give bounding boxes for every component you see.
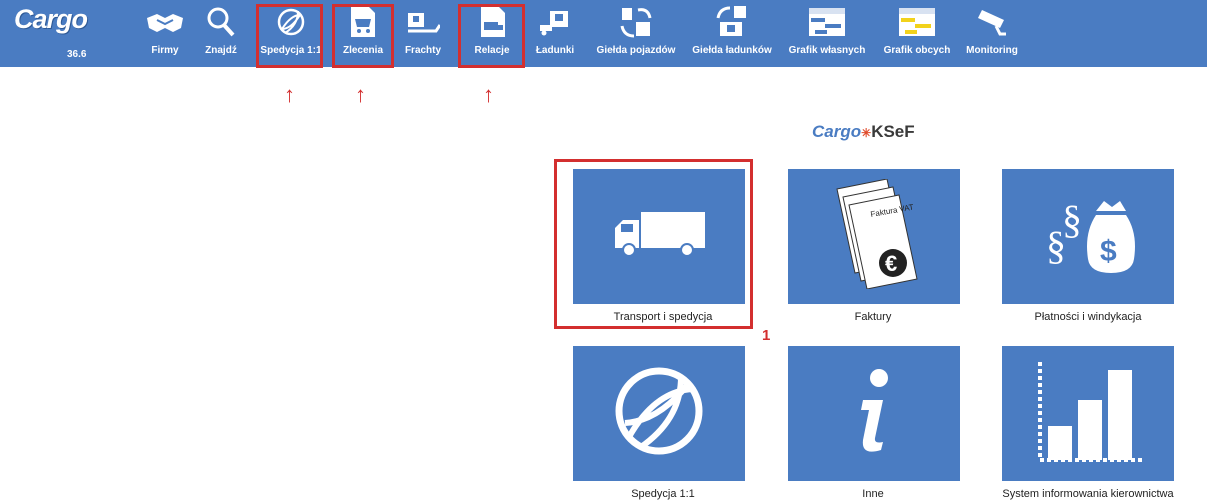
globe-icon bbox=[611, 363, 707, 464]
vehicle-exchange-icon bbox=[590, 0, 682, 44]
highlight-relacje bbox=[458, 4, 525, 68]
loads-icon bbox=[530, 0, 580, 44]
toolbar-label: Frachty bbox=[404, 45, 442, 56]
info-icon bbox=[849, 366, 899, 461]
toolbar-item-gielda-ladunkow[interactable]: Giełda ładunków bbox=[686, 0, 778, 67]
tile-label: Transport i spedycja bbox=[613, 311, 713, 323]
toolbar-item-znajdz[interactable]: Znajdź bbox=[198, 0, 244, 67]
toolbar-label: Grafik własnych bbox=[788, 45, 866, 56]
tile-platnosci-i-windykacja[interactable]: § § $ bbox=[1002, 169, 1174, 304]
cargo-logo[interactable]: Cargo bbox=[14, 4, 88, 35]
annotation-number: 1 bbox=[762, 327, 771, 344]
highlight-zlecenia bbox=[332, 4, 394, 68]
highlight-spedycja bbox=[256, 4, 323, 68]
svg-text:€: € bbox=[885, 251, 897, 276]
tile-label: Inne bbox=[862, 488, 884, 500]
version-label: 36.6 bbox=[67, 49, 87, 60]
toolbar-label: Firmy bbox=[151, 45, 179, 56]
arrow-up-icon: ↑ bbox=[355, 82, 366, 107]
tile-label: Płatności i windykacja bbox=[1034, 311, 1142, 323]
svg-text:§: § bbox=[1062, 197, 1082, 242]
toolbar-item-grafik-wlasnych[interactable]: Grafik własnych bbox=[782, 0, 872, 67]
arrow-up-icon: ↑ bbox=[483, 82, 494, 107]
toolbar-item-firmy[interactable]: Firmy bbox=[142, 0, 188, 67]
camera-icon bbox=[962, 0, 1022, 44]
load-exchange-icon bbox=[686, 0, 778, 44]
tile-spedycja-1-1[interactable] bbox=[573, 346, 745, 481]
tile-label: Spedycja 1:1 bbox=[631, 488, 695, 500]
tile-system-informowania-kierownictwa[interactable] bbox=[1002, 346, 1174, 481]
ksef-logo-part1: Cargo bbox=[812, 122, 862, 141]
toolbar-item-frachty[interactable]: Frachty bbox=[400, 0, 446, 67]
ksef-star-icon: ✳ bbox=[861, 126, 872, 140]
main-toolbar: Cargo 36.6 Firmy Znajdź Spedycja 1:1 Zle… bbox=[0, 0, 1207, 68]
ksef-logo-part2: KSeF bbox=[871, 122, 915, 141]
tile-inne[interactable] bbox=[788, 346, 960, 481]
arrow-up-icon: ↑ bbox=[284, 82, 295, 107]
toolbar-item-gielda-pojazdow[interactable]: Giełda pojazdów bbox=[590, 0, 682, 67]
toolbar-item-monitoring[interactable]: Monitoring bbox=[962, 0, 1022, 67]
freight-icon bbox=[400, 0, 446, 44]
tile-label: System informowania kierownictwa bbox=[1002, 488, 1174, 500]
cargo-ksef-logo: Cargo✳KSeF bbox=[812, 122, 915, 142]
handshake-icon bbox=[142, 0, 188, 44]
toolbar-label: Znajdź bbox=[205, 45, 237, 56]
bar-chart-icon bbox=[1028, 356, 1148, 471]
toolbar-label: Grafik obcych bbox=[883, 45, 951, 56]
search-icon bbox=[198, 0, 244, 44]
toolbar-item-grafik-obcych[interactable]: Grafik obcych bbox=[877, 0, 957, 67]
toolbar-label: Ładunki bbox=[535, 45, 575, 56]
tile-transport-i-spedycja[interactable] bbox=[573, 169, 745, 304]
toolbar-item-ladunki[interactable]: Ładunki bbox=[530, 0, 580, 67]
toolbar-label: Giełda ładunków bbox=[692, 45, 772, 56]
own-schedule-icon bbox=[782, 0, 872, 44]
logo-text: Cargo bbox=[14, 4, 88, 34]
svg-text:$: $ bbox=[1100, 235, 1117, 268]
tile-label: Faktury bbox=[854, 311, 892, 323]
tile-faktury[interactable]: Faktura VAT € bbox=[788, 169, 960, 304]
money-bag-icon: § § $ bbox=[1038, 189, 1138, 284]
invoice-icon: Faktura VAT € bbox=[829, 178, 919, 294]
truck-icon bbox=[611, 210, 707, 263]
toolbar-label: Giełda pojazdów bbox=[596, 45, 676, 56]
toolbar-label: Monitoring bbox=[966, 45, 1018, 56]
foreign-schedule-icon bbox=[877, 0, 957, 44]
